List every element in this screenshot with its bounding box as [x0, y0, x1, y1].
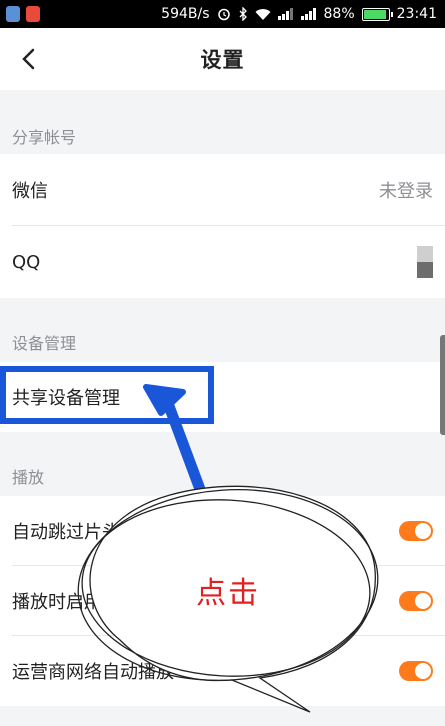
- notification-icons: [0, 6, 40, 22]
- chevron-left-icon: [22, 48, 35, 70]
- scrollbar-handle[interactable]: [440, 335, 445, 435]
- mobile-autoplay-toggle[interactable]: [399, 661, 433, 681]
- wechat-status: 未登录: [379, 181, 433, 202]
- page-title: 设置: [200, 48, 245, 72]
- clock: 23:41: [396, 6, 437, 22]
- battery-percent: 88%: [323, 6, 355, 22]
- mobile-autoplay-row[interactable]: 运营商网络自动播放: [0, 636, 445, 706]
- shield-app-icon: [6, 6, 20, 22]
- qq-row[interactable]: QQ: [0, 226, 445, 298]
- section-title-device: 设备管理: [0, 298, 445, 362]
- qq-app-icon: [26, 6, 40, 22]
- auto-skip-toggle[interactable]: [399, 521, 433, 541]
- signal-icon: [277, 8, 293, 20]
- alarm-icon: [217, 8, 230, 21]
- header: 设置: [0, 28, 445, 90]
- callout-text: 点击: [196, 576, 260, 611]
- section-title-device-text: 设备管理: [12, 334, 77, 353]
- section-title-share: 分享帐号: [0, 90, 445, 154]
- network-speed: 594B/s: [161, 6, 210, 22]
- mobile-autoplay-label: 运营商网络自动播放: [12, 662, 174, 683]
- status-bar: 594B/s 88% 23:41: [0, 0, 445, 28]
- signal-icon-2: [300, 8, 316, 20]
- wifi-icon: [255, 8, 271, 20]
- qq-status-icon: [417, 246, 433, 278]
- bluetooth-icon: [239, 7, 247, 21]
- section-title-playback-text: 播放: [12, 468, 45, 487]
- hardware-accel-label: 播放时启用硬件加速: [12, 592, 174, 613]
- highlight-box: [0, 366, 214, 424]
- wechat-label: 微信: [12, 181, 48, 202]
- qq-label: QQ: [12, 251, 41, 273]
- auto-skip-row[interactable]: 自动跳过片头片尾: [0, 496, 445, 566]
- section-title-playback: 播放: [0, 432, 445, 496]
- back-button[interactable]: [14, 44, 44, 74]
- battery-icon: [361, 7, 393, 21]
- wechat-row[interactable]: 微信 未登录: [0, 154, 445, 226]
- hardware-accel-toggle[interactable]: [399, 591, 433, 611]
- section-title-share-text: 分享帐号: [12, 128, 77, 147]
- auto-skip-label: 自动跳过片头片尾: [12, 522, 156, 543]
